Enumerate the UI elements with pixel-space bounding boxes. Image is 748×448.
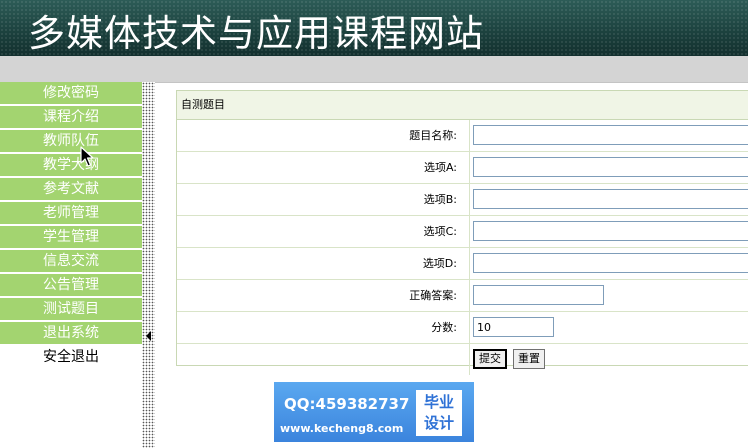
reset-button[interactable]: 重置 (513, 349, 545, 369)
sidebar-nav: 修改密码 课程介绍 教师队伍 教学大纲 参考文献 老师管理 学生管理 信息交流 … (0, 82, 142, 368)
sidebar-item-announcement-management[interactable]: 公告管理 (0, 274, 142, 296)
top-toolbar (0, 56, 748, 83)
site-banner: 多媒体技术与应用课程网站 (0, 0, 748, 56)
option-c-input[interactable] (473, 221, 748, 241)
sidebar-item-message-exchange[interactable]: 信息交流 (0, 250, 142, 272)
option-b-label: 选项B: (423, 193, 457, 206)
sidebar-item-course-intro[interactable]: 课程介绍 (0, 106, 142, 128)
sidebar-item-test-questions[interactable]: 测试题目 (0, 298, 142, 320)
sidebar-item-change-password[interactable]: 修改密码 (0, 82, 142, 104)
ad-qq-number: QQ:459382737 (284, 395, 410, 413)
sidebar-item-teaching-staff[interactable]: 教师队伍 (0, 130, 142, 152)
option-a-input[interactable] (473, 157, 748, 177)
column-separator (469, 184, 470, 215)
option-c-label: 选项C: (423, 225, 457, 238)
column-separator (469, 152, 470, 183)
column-separator (469, 312, 470, 343)
question-label: 题目名称: (409, 129, 457, 142)
form-row-option-d: 选项D: (177, 248, 748, 280)
answer-label: 正确答案: (409, 289, 457, 302)
panel-title: 自测题目 (177, 91, 748, 120)
sidebar-divider (142, 82, 155, 448)
mouse-pointer-icon (80, 146, 94, 167)
question-form-panel: 自测题目 题目名称: 选项A: 选项B: 选项C: 选项D: 正确答案: 分数: (176, 90, 748, 375)
ad-banner[interactable]: QQ:459382737 www.kecheng8.com 毕业 设计 (274, 382, 474, 442)
sidebar-item-references[interactable]: 参考文献 (0, 178, 142, 200)
score-input[interactable] (473, 317, 554, 337)
ad-badge-line2: 设计 (423, 414, 454, 432)
option-b-input[interactable] (473, 189, 748, 209)
score-label: 分数: (431, 321, 457, 334)
ad-badge: 毕业 设计 (416, 390, 462, 436)
form-row-option-c: 选项C: (177, 216, 748, 248)
question-input[interactable] (473, 125, 748, 145)
sidebar-item-student-management[interactable]: 学生管理 (0, 226, 142, 248)
form-row-score: 分数: (177, 312, 748, 344)
column-separator (469, 344, 470, 375)
column-separator (469, 216, 470, 247)
sidebar-item-teacher-management[interactable]: 老师管理 (0, 202, 142, 224)
form-row-actions: 提交 重置 (177, 344, 748, 375)
form-row-option-b: 选项B: (177, 184, 748, 216)
column-separator (469, 280, 470, 311)
form-row-answer: 正确答案: (177, 280, 748, 312)
column-separator (469, 120, 470, 151)
ad-badge-line1: 毕业 (423, 393, 454, 411)
option-d-label: 选项D: (422, 257, 457, 270)
site-title: 多媒体技术与应用课程网站 (28, 12, 484, 55)
sidebar-item-exit-system[interactable]: 退出系统 (0, 322, 142, 344)
option-d-input[interactable] (473, 253, 748, 273)
ad-url: www.kecheng8.com (280, 422, 404, 435)
column-separator (469, 248, 470, 279)
sidebar-item-syllabus[interactable]: 教学大纲 (0, 154, 142, 176)
answer-input[interactable] (473, 285, 604, 305)
triangle-left-icon[interactable] (146, 331, 151, 341)
submit-button[interactable]: 提交 (473, 349, 507, 369)
safe-logout-link[interactable]: 安全退出 (0, 346, 142, 368)
form-row-question: 题目名称: (177, 120, 748, 152)
form-row-option-a: 选项A: (177, 152, 748, 184)
option-a-label: 选项A: (423, 161, 457, 174)
